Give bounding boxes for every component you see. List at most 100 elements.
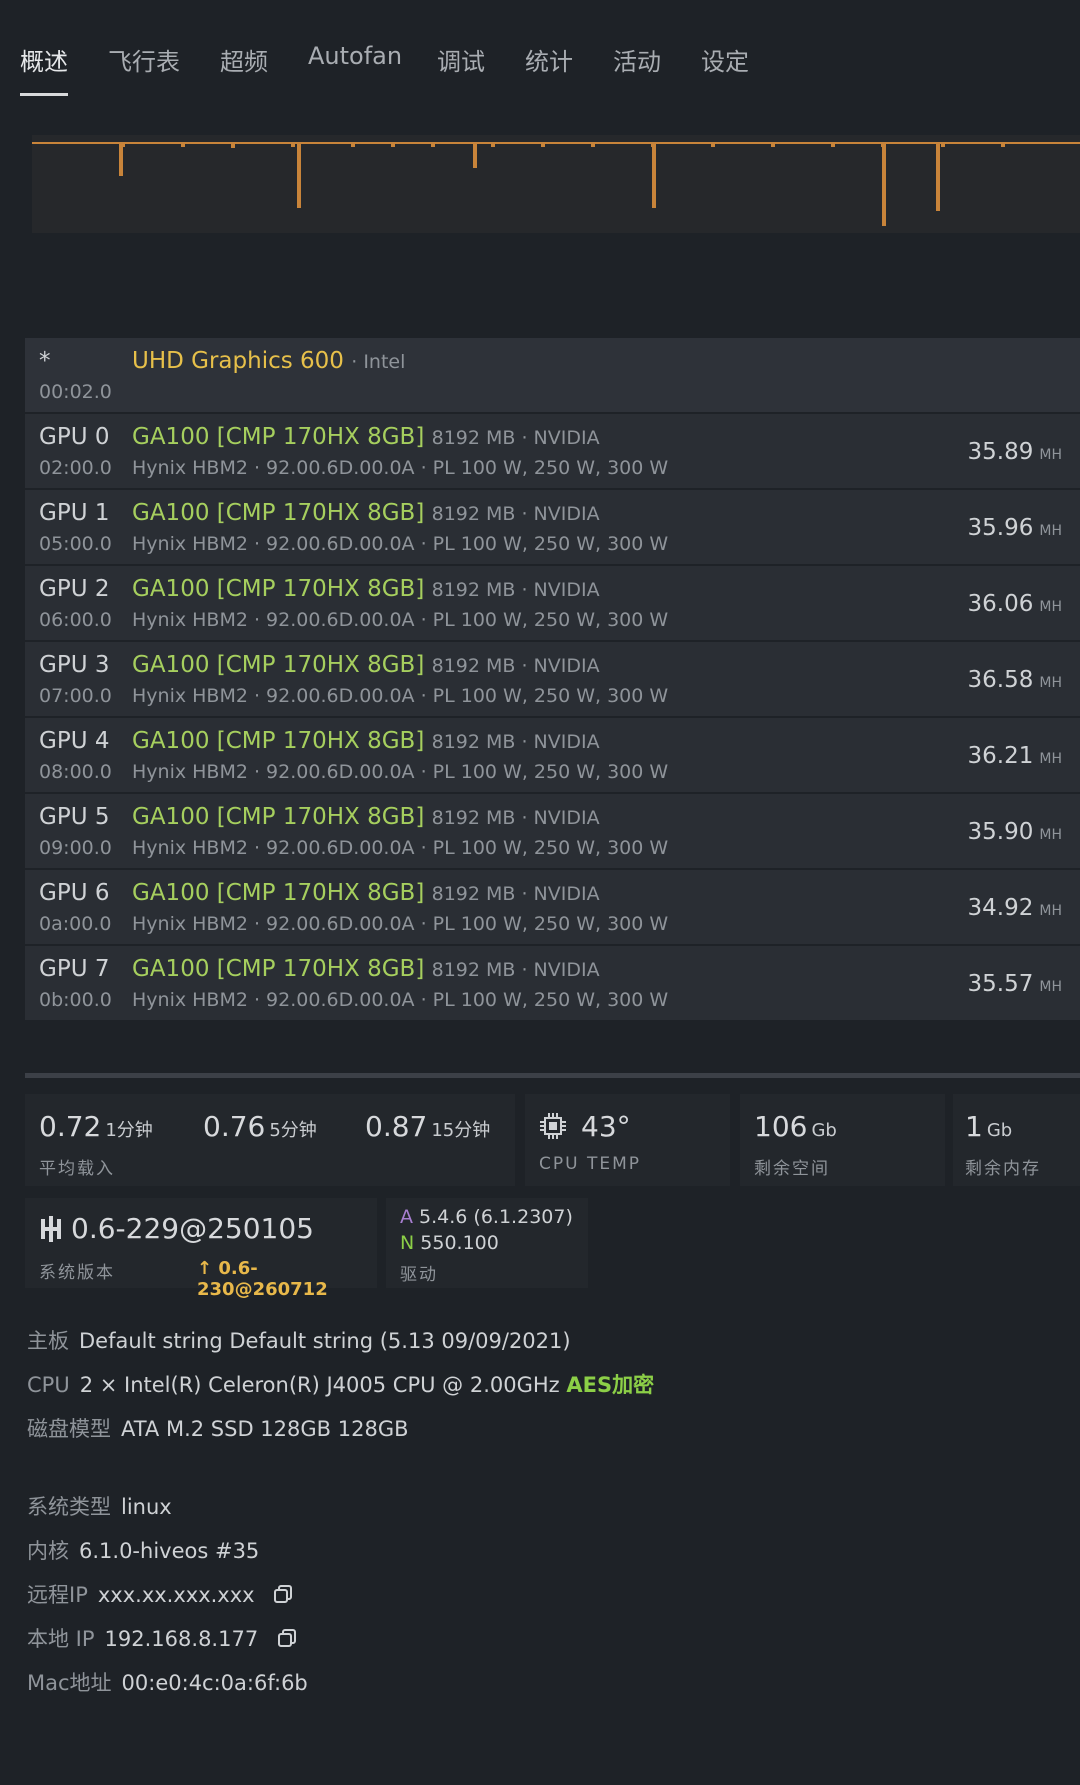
cpu-temp-card: 43° CPU TEMP (525, 1094, 730, 1186)
load-1min-label: 1分钟 (105, 1120, 153, 1141)
cpu-line: CPU 2 × Intel(R) Celeron(R) J4005 CPU @ 2… (27, 1369, 654, 1399)
gpu-row[interactable]: GPU 3 07:00.0 GA100 [CMP 170HX 8GB] 8192 M… (25, 642, 1080, 718)
gpu-memory-details: Hynix HBM2 · 92.00.6D.00.0A · PL 100 W, … (132, 989, 669, 1011)
system-version-value: 0.6-229@250105 (71, 1212, 314, 1245)
gpu-memory-details: Hynix HBM2 · 92.00.6D.00.0A · PL 100 W, … (132, 837, 669, 859)
tab-autofan[interactable]: Autofan (308, 42, 402, 70)
load-average-card: 0.72 1分钟 0.76 5分钟 0.87 15分钟 平均载入 (25, 1094, 515, 1186)
gpu-hashrate-value: 35.90 (967, 819, 1034, 845)
gpu-model-name: GA100 [CMP 170HX 8GB] (132, 652, 425, 678)
gpu-bus-id: 08:00.0 (39, 761, 112, 783)
gpu-row-intel[interactable]: * 00:02.0 UHD Graphics 600 · Intel (25, 338, 1080, 414)
gpu-row[interactable]: GPU 0 02:00.0 GA100 [CMP 170HX 8GB] 8192 M… (25, 414, 1080, 490)
gpu-hashrate: 36.21 MH (968, 743, 1062, 769)
gpu-hashrate-value: 36.21 (967, 743, 1034, 769)
gpu-hashrate: 36.58 MH (968, 667, 1062, 693)
gpu-hashrate-unit: MH (1039, 903, 1062, 919)
cpu-label: CPU (27, 1373, 70, 1397)
disk-free-label: 剩余空间 (754, 1159, 830, 1179)
copy-icon[interactable] (277, 1628, 297, 1653)
cpu-value: 2 × Intel(R) Celeron(R) J4005 CPU @ 2.00… (79, 1373, 560, 1397)
aes-badge: AES加密 (566, 1373, 655, 1397)
gpu-index: GPU 0 (39, 424, 110, 450)
os-type-line: 系统类型 linux (27, 1491, 172, 1521)
gpu-memory-vendor: 8192 MB · NVIDIA (431, 959, 600, 981)
gpu-memory-vendor: 8192 MB · NVIDIA (431, 883, 600, 905)
gpu-bus-id: 0a:00.0 (39, 913, 112, 935)
gpu-hashrate: 36.06 MH (968, 591, 1062, 617)
system-version-card: 0.6-229@250105 系统版本 ↑ 0.6-230@260712 (25, 1198, 377, 1300)
disk-free-unit: Gb (811, 1120, 837, 1141)
gpu-model: GA100 [CMP 170HX 8GB] 8192 MB · NVIDIA (132, 500, 600, 526)
hashrate-chart (32, 135, 1080, 233)
gpu-row[interactable]: GPU 5 09:00.0 GA100 [CMP 170HX 8GB] 8192 M… (25, 794, 1080, 870)
disk-free-value: 106 (754, 1110, 808, 1143)
active-tab-indicator (20, 93, 68, 96)
mac-address-value: 00:e0:4c:0a:6f:6b (121, 1671, 308, 1695)
gpu-row[interactable]: GPU 7 0b:00.0 GA100 [CMP 170HX 8GB] 8192 M… (25, 946, 1080, 1022)
driver-nvidia-version: 550.100 (420, 1232, 499, 1254)
gpu-hashrate-value: 35.89 (967, 439, 1034, 465)
update-version-link[interactable]: ↑ 0.6-230@260712 (197, 1258, 377, 1300)
gpu-model: GA100 [CMP 170HX 8GB] 8192 MB · NVIDIA (132, 880, 600, 906)
load-1min-value: 0.72 (39, 1110, 102, 1143)
tab-debug[interactable]: 调试 (437, 42, 485, 77)
gpu-model-name: GA100 [CMP 170HX 8GB] (132, 576, 425, 602)
gpu-hashrate: 34.92 MH (968, 895, 1062, 921)
load-average-label: 平均载入 (39, 1159, 115, 1179)
gpu-row[interactable]: GPU 1 05:00.0 GA100 [CMP 170HX 8GB] 8192 M… (25, 490, 1080, 566)
mem-free-unit: Gb (986, 1120, 1013, 1141)
tab-activity[interactable]: 活动 (613, 42, 661, 77)
gpu-model-name: GA100 [CMP 170HX 8GB] (132, 424, 425, 450)
mem-free-card: 1 Gb 剩余内存 (953, 1094, 1080, 1186)
gpu-model-name: UHD Graphics 600 (132, 348, 344, 374)
disk-model-value: ATA M.2 SSD 128GB 128GB (121, 1417, 409, 1441)
gpu-index: GPU 3 (39, 652, 110, 678)
driver-label: 驱动 (400, 1265, 438, 1285)
copy-icon[interactable] (273, 1584, 293, 1609)
gpu-model: GA100 [CMP 170HX 8GB] 8192 MB · NVIDIA (132, 956, 600, 982)
tab-overclock[interactable]: 超频 (220, 42, 268, 77)
gpu-model: GA100 [CMP 170HX 8GB] 8192 MB · NVIDIA (132, 652, 600, 678)
mac-address-label: Mac地址 (27, 1671, 112, 1695)
gpu-model-name: GA100 [CMP 170HX 8GB] (132, 880, 425, 906)
driver-card: A 5.4.6 (6.1.2307) N 550.100 驱动 (386, 1198, 588, 1288)
gpu-index: * (39, 348, 51, 374)
gpu-bus-id: 07:00.0 (39, 685, 112, 707)
tab-flight-sheet[interactable]: 飞行表 (108, 42, 180, 77)
gpu-index: GPU 6 (39, 880, 110, 906)
mem-free-value: 1 (965, 1110, 983, 1143)
gpu-hashrate-value: 34.92 (967, 895, 1034, 921)
load-5min-value: 0.76 (203, 1110, 266, 1143)
remote-ip-line: 远程IP xxx.xx.xxx.xxx (27, 1579, 293, 1609)
gpu-memory-details: Hynix HBM2 · 92.00.6D.00.0A · PL 100 W, … (132, 533, 669, 555)
gpu-hashrate: 35.96 MH (968, 515, 1062, 541)
disk-free-card: 106 Gb 剩余空间 (740, 1094, 945, 1186)
gpu-hashrate-value: 35.96 (967, 515, 1034, 541)
motherboard-label: 主板 (27, 1329, 69, 1353)
mem-free-label: 剩余内存 (965, 1159, 1041, 1179)
gpu-row[interactable]: GPU 2 06:00.0 GA100 [CMP 170HX 8GB] 8192 M… (25, 566, 1080, 642)
gpu-row[interactable]: GPU 4 08:00.0 GA100 [CMP 170HX 8GB] 8192 M… (25, 718, 1080, 794)
driver-nvidia-tag: N (400, 1232, 415, 1254)
arrow-up-icon: ↑ (197, 1258, 213, 1279)
tab-settings[interactable]: 设定 (701, 42, 749, 77)
gpu-memory-details: Hynix HBM2 · 92.00.6D.00.0A · PL 100 W, … (132, 761, 669, 783)
gpu-memory-vendor: 8192 MB · NVIDIA (431, 503, 600, 525)
gpu-bus-id: 05:00.0 (39, 533, 112, 555)
gpu-model-name: GA100 [CMP 170HX 8GB] (132, 956, 425, 982)
disk-model-line: 磁盘模型 ATA M.2 SSD 128GB 128GB (27, 1413, 409, 1443)
gpu-list: * 00:02.0 UHD Graphics 600 · Intel GPU 0… (25, 338, 1080, 1022)
gpu-hashrate-unit: MH (1039, 599, 1062, 615)
hive-logo-icon (39, 1216, 63, 1246)
os-type-value: linux (121, 1495, 172, 1519)
gpu-memory-details: Hynix HBM2 · 92.00.6D.00.0A · PL 100 W, … (132, 609, 669, 631)
gpu-bus-id: 02:00.0 (39, 457, 112, 479)
tab-overview[interactable]: 概述 (20, 42, 68, 77)
tab-bar: 概述 飞行表 超频 Autofan 调试 统计 活动 设定 (0, 0, 1080, 120)
gpu-index: GPU 7 (39, 956, 110, 982)
tab-stats[interactable]: 统计 (525, 42, 573, 77)
gpu-row[interactable]: GPU 6 0a:00.0 GA100 [CMP 170HX 8GB] 8192 M… (25, 870, 1080, 946)
gpu-memory-vendor: 8192 MB · NVIDIA (431, 427, 600, 449)
load-5min-label: 5分钟 (269, 1120, 317, 1141)
